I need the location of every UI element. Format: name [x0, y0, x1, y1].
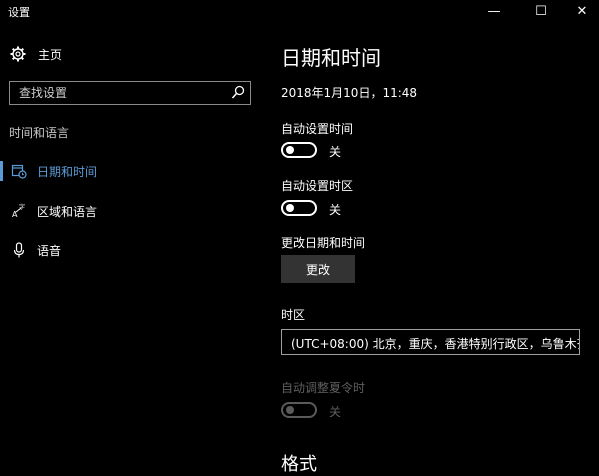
sidebar-item-speech[interactable]: 语音 — [0, 237, 262, 263]
auto-time-toggle[interactable] — [281, 142, 317, 158]
timezone-value: (UTC+08:00) 北京，重庆，香港特别行政区，乌鲁木齐 — [291, 337, 580, 351]
current-datetime: 2018年1月10日，11:48 — [281, 86, 418, 100]
microphone-icon — [11, 242, 27, 258]
auto-time-state: 关 — [329, 145, 342, 159]
timezone-select[interactable]: (UTC+08:00) 北京，重庆，香港特别行政区，乌鲁木齐 — [281, 329, 580, 355]
toggle-knob — [286, 406, 294, 414]
sidebar-item-label: 日期和时间 — [37, 164, 98, 179]
sidebar: 主页 时间和语言 日期和时间 字 A — [0, 22, 262, 476]
timezone-label: 时区 — [281, 308, 306, 322]
toggle-knob — [286, 204, 294, 212]
toggle-knob — [286, 146, 294, 154]
sidebar-item-date-time[interactable]: 日期和时间 — [0, 158, 262, 184]
search-box[interactable] — [9, 81, 251, 105]
sidebar-item-region-language[interactable]: 字 A 区域和语言 — [0, 198, 262, 224]
title-bar: 设置 — ☐ ✕ — [0, 0, 599, 22]
language-icon: 字 A — [11, 203, 27, 219]
calendar-clock-icon — [11, 163, 27, 179]
gear-icon — [10, 46, 26, 62]
sidebar-item-label: 区域和语言 — [37, 204, 98, 219]
dst-state: 关 — [329, 405, 342, 419]
auto-timezone-label: 自动设置时区 — [281, 179, 354, 193]
change-datetime-label: 更改日期和时间 — [281, 236, 366, 250]
close-button[interactable]: ✕ — [562, 0, 599, 22]
svg-text:字: 字 — [19, 203, 25, 211]
dst-label: 自动调整夏令时 — [281, 381, 366, 395]
minimize-icon: — — [487, 3, 501, 19]
nav-home-label: 主页 — [38, 47, 63, 62]
search-icon[interactable] — [231, 85, 245, 101]
change-button[interactable]: 更改 — [281, 255, 355, 283]
window-title: 设置 — [8, 6, 30, 19]
minimize-button[interactable]: — — [474, 0, 514, 22]
nav-home[interactable]: 主页 — [10, 44, 62, 64]
close-icon: ✕ — [576, 3, 588, 19]
format-section-title: 格式 — [281, 454, 317, 475]
content-pane: 日期和时间 2018年1月10日，11:48 自动设置时间 关 自动设置时区 关… — [262, 22, 599, 476]
sidebar-item-label: 语音 — [37, 243, 62, 258]
maximize-button[interactable]: ☐ — [521, 0, 561, 22]
section-title: 时间和语言 — [9, 126, 70, 140]
page-title: 日期和时间 — [281, 46, 381, 70]
search-input[interactable] — [10, 82, 225, 104]
maximize-icon: ☐ — [535, 3, 547, 19]
auto-timezone-state: 关 — [329, 203, 342, 217]
auto-time-label: 自动设置时间 — [281, 122, 354, 136]
auto-timezone-toggle[interactable] — [281, 200, 317, 216]
dst-toggle — [281, 402, 317, 418]
